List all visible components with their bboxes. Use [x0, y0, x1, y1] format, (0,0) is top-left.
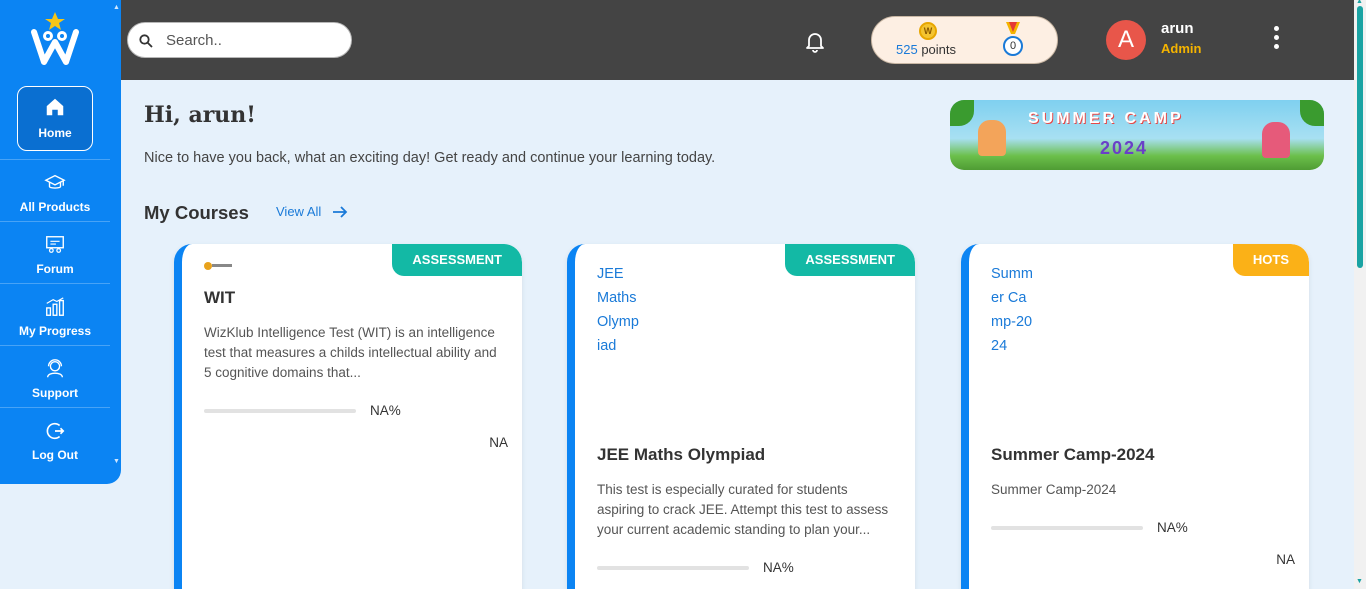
kid-illustration [978, 120, 1006, 156]
course-tag: ASSESSMENT [785, 244, 915, 276]
course-description: WizKlub Intelligence Test (WIT) is an in… [204, 325, 497, 380]
arrow-right-icon [333, 206, 348, 218]
banner-year: 2024 [1100, 138, 1149, 158]
course-card-summer-camp[interactable]: HOTS Summer Camp-2024 Summer Camp-2024 S… [961, 244, 1309, 589]
course-tag: HOTS [1232, 244, 1309, 276]
search-input[interactable] [166, 31, 341, 49]
progress-percent: NA% [370, 403, 401, 418]
course-image-alt: JEE Maths Olympiad [597, 266, 639, 354]
decorative-leaf [950, 100, 974, 126]
bell-icon[interactable] [803, 29, 827, 53]
scroll-up-arrow-icon[interactable]: ▲ [1356, 0, 1363, 5]
course-title: Summer Camp-2024 [991, 445, 1155, 464]
sidebar-item-label: Forum [36, 262, 74, 276]
scrollbar-thumb[interactable] [1357, 6, 1363, 268]
decorative-leaf [1300, 100, 1324, 126]
course-card-jee-maths[interactable]: ASSESSMENT JEE Maths Olympiad JEE Maths … [567, 244, 915, 589]
sidebar-item-label: My Progress [18, 324, 92, 338]
user-role: Admin [1161, 41, 1202, 56]
course-status: NA [489, 435, 508, 450]
kid-illustration [1262, 122, 1290, 158]
welcome-message: Nice to have you back, what an exciting … [144, 150, 716, 166]
course-description: Summer Camp-2024 [991, 482, 1117, 497]
banner-title: SUMMER CAMP [1028, 110, 1184, 127]
graduation-cap-icon [44, 174, 66, 189]
sidebar-scrollbar[interactable]: ▲ ▼ [111, 0, 121, 470]
wizklub-logo[interactable] [28, 10, 82, 68]
medal-count: 0 [1003, 36, 1023, 56]
sidebar-item-home[interactable]: Home [17, 86, 93, 151]
sidebar-item-label: Home [38, 126, 72, 140]
progress-percent: NA% [763, 560, 794, 575]
view-all-link[interactable]: View All [276, 204, 348, 219]
sidebar-item-label: All Products [19, 200, 91, 214]
forum-icon [46, 236, 64, 253]
course-thumbnail [204, 262, 236, 271]
progress-percent: NA% [1157, 520, 1188, 535]
progress-bar [991, 526, 1143, 530]
sidebar-item-log-out[interactable]: Log Out [0, 407, 110, 469]
coin-icon: W [919, 22, 937, 40]
section-heading: My Courses [144, 202, 249, 223]
course-description: This test is especially curated for stud… [597, 482, 889, 537]
headset-icon [46, 359, 64, 378]
points-display: 525 points [896, 42, 956, 57]
sidebar-item-support[interactable]: Support [0, 345, 110, 407]
search-box[interactable] [127, 22, 352, 58]
sidebar-item-all-products[interactable]: All Products [0, 159, 110, 221]
points-value: 525 [896, 42, 918, 57]
progress-bar [597, 566, 749, 570]
search-icon [139, 34, 153, 48]
user-name: arun [1161, 20, 1194, 37]
sidebar-item-label: Log Out [32, 448, 78, 462]
view-all-label: View All [276, 204, 322, 219]
progress-bar [204, 409, 356, 413]
scroll-down-arrow-icon[interactable]: ▼ [1356, 578, 1363, 585]
sidebar: Home All Products Forum My Progress Supp… [0, 0, 121, 484]
course-tag: ASSESSMENT [392, 244, 522, 276]
sidebar-item-forum[interactable]: Forum [0, 221, 110, 283]
home-icon [46, 98, 64, 116]
points-label: points [921, 42, 957, 57]
scroll-down-arrow-icon[interactable]: ▼ [113, 458, 120, 465]
avatar[interactable]: A [1106, 20, 1146, 60]
sidebar-item-my-progress[interactable]: My Progress [0, 283, 110, 345]
course-title: JEE Maths Olympiad [597, 445, 766, 464]
logout-icon [46, 422, 65, 440]
summer-camp-banner[interactable]: SUMMER CAMP 2024 [950, 100, 1324, 170]
course-image-alt: Summer Camp-2024 [991, 266, 1033, 354]
bar-chart-icon [46, 297, 64, 316]
course-title: WIT [204, 288, 236, 307]
page-title: Hi, arun! [144, 102, 256, 128]
top-header: W 525 points 0 A arun Admin [121, 0, 1354, 80]
course-status: NA [1276, 552, 1295, 567]
scroll-up-arrow-icon[interactable]: ▲ [113, 4, 120, 11]
more-options-icon[interactable] [1274, 26, 1282, 53]
main-content: Hi, arun! Nice to have you back, what an… [121, 80, 1354, 589]
points-widget[interactable]: W 525 points 0 [871, 16, 1058, 64]
page-scrollbar[interactable]: ▲ ▼ [1354, 0, 1366, 589]
course-card-wit[interactable]: ASSESSMENT WIT WizKlub Intelligence Test… [174, 244, 522, 589]
sidebar-item-label: Support [32, 386, 78, 400]
